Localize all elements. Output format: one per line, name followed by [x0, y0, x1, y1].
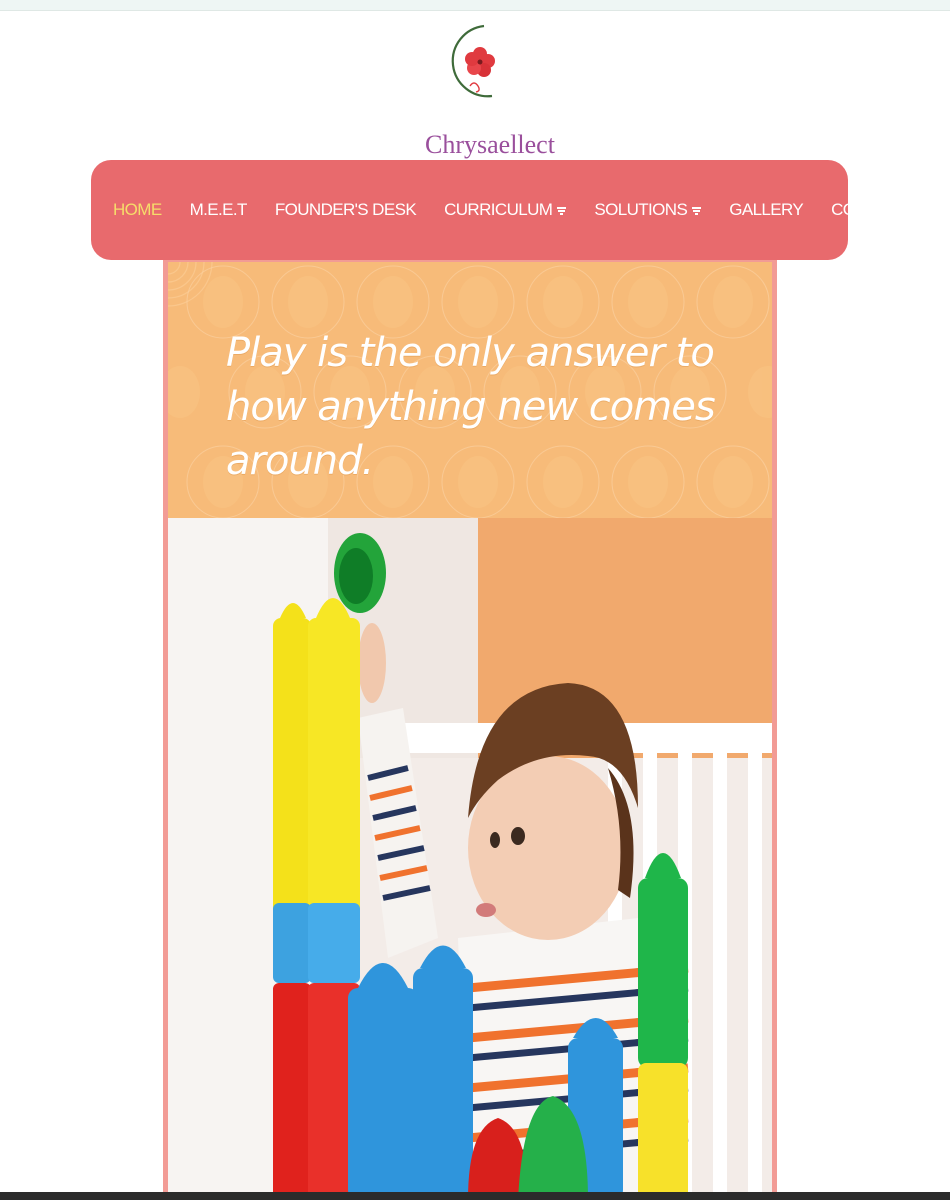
browser-bottom-strip	[0, 1192, 950, 1200]
nav-item-label: CONTACT US	[831, 200, 935, 219]
nav-item-gallery[interactable]: GALLERY	[729, 200, 804, 220]
nav-list: HOME M.E.E.T FOUNDER'S DESK CURRICULUM S…	[91, 160, 935, 260]
banner-quote: Play is the only answer to how anything …	[226, 330, 716, 484]
nav-item-meet[interactable]: M.E.E.T	[189, 200, 248, 220]
nav-item-label: HOME	[113, 200, 162, 219]
flower-logo-icon	[451, 24, 495, 98]
brand-name: Chrysaellect	[425, 130, 555, 159]
dropdown-icon	[692, 206, 702, 215]
nav-item-contact-us[interactable]: CONTACT US	[831, 200, 935, 220]
site-logo[interactable]: Chrysaellect	[425, 18, 555, 159]
browser-top-strip	[0, 0, 950, 11]
nav-item-founders-desk[interactable]: FOUNDER'S DESK	[274, 200, 417, 220]
nav-item-label: CURRICULUM	[444, 200, 553, 219]
nav-item-label: M.E.E.T	[189, 200, 248, 219]
nav-item-solutions[interactable]: SOLUTIONS	[594, 200, 702, 220]
quote-banner: Play is the only answer to how anything …	[168, 262, 772, 518]
photo-illustration	[168, 518, 772, 1200]
nav-item-label: GALLERY	[729, 200, 804, 219]
nav-item-label: FOUNDER'S DESK	[274, 200, 417, 219]
child-playing-blocks-photo	[168, 518, 772, 1200]
nav-item-curriculum[interactable]: CURRICULUM	[444, 200, 567, 220]
dropdown-icon	[557, 206, 567, 215]
nav-item-label: SOLUTIONS	[594, 200, 688, 219]
main-navigation: HOME M.E.E.T FOUNDER'S DESK CURRICULUM S…	[91, 160, 935, 260]
nav-item-home[interactable]: HOME	[113, 200, 162, 220]
